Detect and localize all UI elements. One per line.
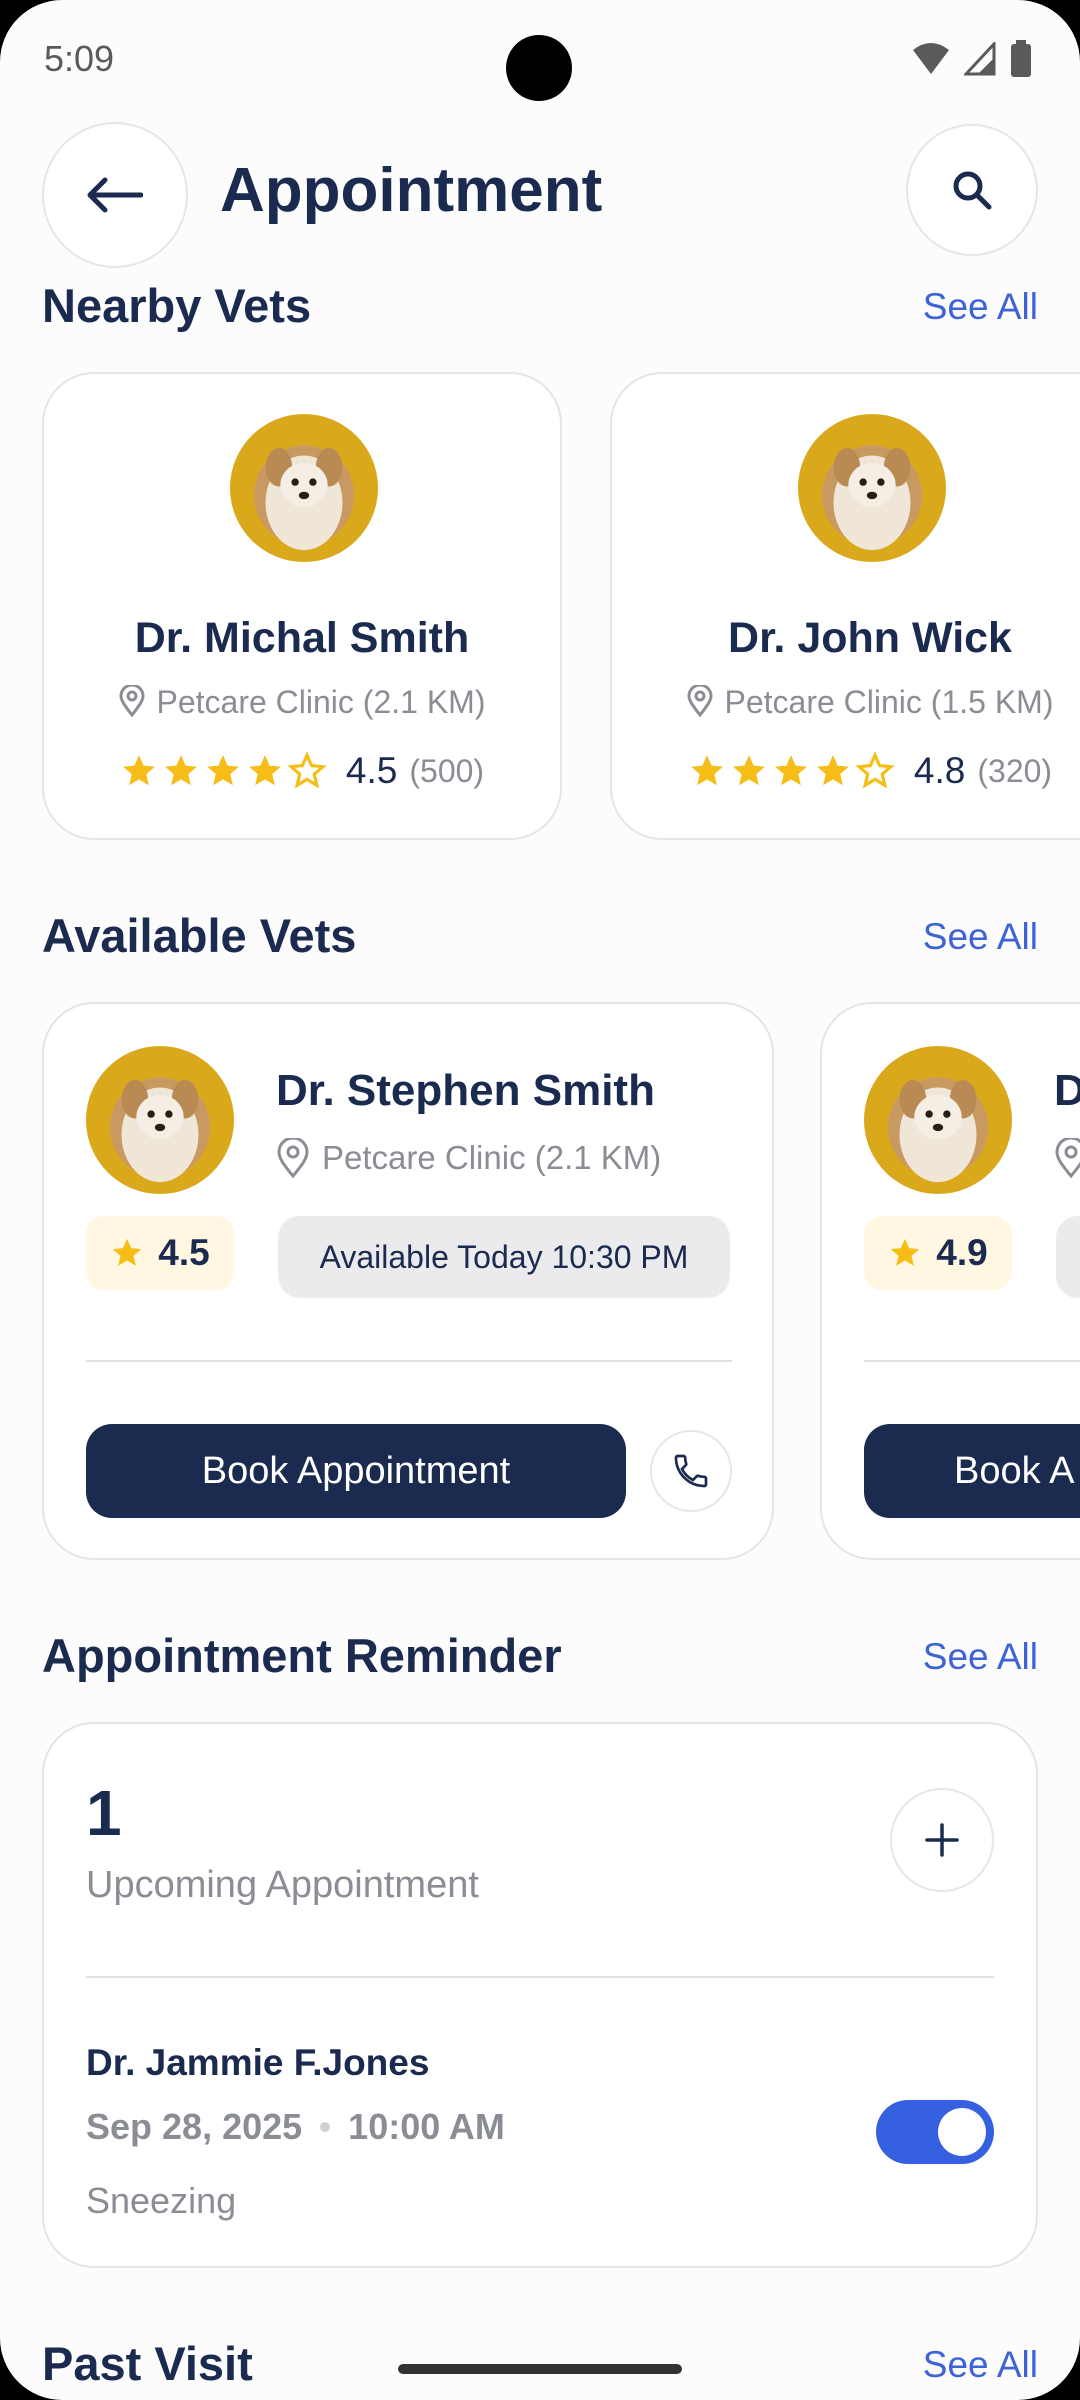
- clinic-text: Petcare Clinic (2.1 KM): [322, 1139, 662, 1176]
- nearby-vet-card[interactable]: Dr. Michal Smith Petcare Clinic (2.1 KM)…: [42, 372, 562, 840]
- star-filled-icon: [775, 755, 807, 786]
- home-indicator[interactable]: [398, 2364, 682, 2374]
- location-pin-icon: [118, 683, 145, 718]
- rating-value: 4.9: [936, 1232, 988, 1273]
- status-icons: [912, 40, 1032, 78]
- star-filled-icon: [113, 1238, 142, 1266]
- review-count: (500): [409, 752, 485, 789]
- rating-value: 4.8: [913, 750, 966, 791]
- reminder-doctor: Dr. Jammie F.Jones: [86, 2042, 430, 2083]
- vet-avatar: [864, 1046, 1012, 1194]
- upcoming-label: Upcoming Appointment: [86, 1864, 479, 1906]
- battery-icon: [1011, 40, 1031, 77]
- clinic-line: [1054, 1138, 1080, 1178]
- wifi-icon: [913, 43, 949, 74]
- clinic-line: Petcare Clinic (2.1 KM): [44, 683, 560, 721]
- vet-avatar: [230, 414, 378, 562]
- search-button[interactable]: [906, 124, 1038, 256]
- available-vet-card[interactable]: D 4.9 Book A: [820, 1002, 1080, 1560]
- reminder-date: Sep 28, 2025: [86, 2106, 303, 2147]
- vet-avatar: [798, 414, 946, 562]
- availability-chip: [1056, 1216, 1080, 1298]
- clinic-text: Petcare Clinic (1.5 KM): [724, 684, 1054, 720]
- card-divider: [864, 1360, 1080, 1362]
- star-filled-icon: [733, 755, 765, 786]
- vet-name: Dr. Michal Smith: [134, 614, 470, 662]
- search-icon: [953, 171, 992, 210]
- screen: 5:09 Appointment Nearby Vets See All Dr.…: [0, 0, 1080, 2400]
- add-reminder-button[interactable]: [890, 1788, 994, 1892]
- card-divider: [86, 1976, 994, 1978]
- reminder-datetime: Sep 28, 2025 10:00 AM: [86, 2106, 505, 2148]
- vet-name: Dr. Stephen Smith: [276, 1066, 655, 1115]
- star-filled-icon: [207, 755, 239, 786]
- camera-cutout: [506, 35, 572, 101]
- call-button[interactable]: [650, 1430, 732, 1512]
- star-filled-icon: [691, 755, 723, 786]
- clinic-text: Petcare Clinic (2.1 KM): [156, 684, 486, 720]
- plus-icon: [925, 1823, 959, 1857]
- clinic-line: Petcare Clinic (1.5 KM): [612, 683, 1080, 721]
- book-appointment-button[interactable]: Book A: [864, 1424, 1080, 1518]
- rating-line: 4.8 (320): [612, 750, 1080, 792]
- back-button[interactable]: [42, 122, 188, 268]
- rating-chip: 4.9: [864, 1216, 1012, 1290]
- star-filled-icon: [165, 755, 197, 786]
- signal-icon: [964, 42, 996, 76]
- status-time: 5:09: [44, 38, 115, 79]
- star-filled-icon: [891, 1238, 920, 1266]
- vet-name: D: [1054, 1066, 1080, 1116]
- past-see-all-link[interactable]: See All: [923, 2344, 1038, 2386]
- nearby-see-all-link[interactable]: See All: [923, 286, 1038, 328]
- book-appointment-button[interactable]: Book Appointment: [86, 1424, 626, 1518]
- nearby-vet-card[interactable]: Dr. John Wick Petcare Clinic (1.5 KM) 4.…: [610, 372, 1080, 840]
- available-vets-title: Available Vets: [42, 909, 357, 962]
- reminder-card: 1 Upcoming Appointment Dr. Jammie F.Jone…: [42, 1722, 1038, 2268]
- location-pin-icon: [277, 1138, 309, 1178]
- past-visit-title: Past Visit: [42, 2337, 253, 2390]
- available-vet-card[interactable]: Dr. Stephen Smith Petcare Clinic (2.1 KM…: [42, 1002, 774, 1560]
- location-pin-icon: [686, 683, 713, 718]
- review-count: (320): [977, 752, 1053, 789]
- arrow-left-icon: [87, 177, 143, 213]
- star-filled-icon: [123, 755, 155, 786]
- star-filled-icon: [249, 755, 281, 786]
- reminder-title: Appointment Reminder: [42, 1629, 562, 1682]
- location-pin-icon: [1055, 1138, 1080, 1178]
- vet-avatar: [86, 1046, 234, 1194]
- star-outline-icon: [855, 752, 894, 789]
- vet-name: Dr. John Wick: [728, 614, 1012, 662]
- reminder-note: Sneezing: [86, 2180, 237, 2221]
- availability-chip: Available Today 10:30 PM: [278, 1216, 730, 1298]
- reminder-see-all-link[interactable]: See All: [923, 1636, 1038, 1678]
- page-title: Appointment: [220, 156, 603, 225]
- toggle-knob: [938, 2108, 986, 2156]
- upcoming-count: 1: [86, 1777, 122, 1849]
- reminder-toggle[interactable]: [876, 2100, 994, 2164]
- rating-chip: 4.5: [86, 1216, 234, 1290]
- nearby-vets-title: Nearby Vets: [42, 279, 312, 332]
- star-outline-icon: [287, 752, 326, 789]
- card-divider: [86, 1360, 732, 1362]
- clinic-line: Petcare Clinic (2.1 KM): [276, 1138, 661, 1178]
- available-see-all-link[interactable]: See All: [923, 916, 1038, 958]
- rating-value: 4.5: [158, 1232, 210, 1273]
- phone-icon: [674, 1454, 708, 1488]
- separator-dot: [320, 2122, 331, 2132]
- rating-value: 4.5: [345, 750, 398, 791]
- reminder-time: 10:00 AM: [348, 2106, 505, 2147]
- star-filled-icon: [817, 755, 849, 786]
- rating-line: 4.5 (500): [44, 750, 560, 792]
